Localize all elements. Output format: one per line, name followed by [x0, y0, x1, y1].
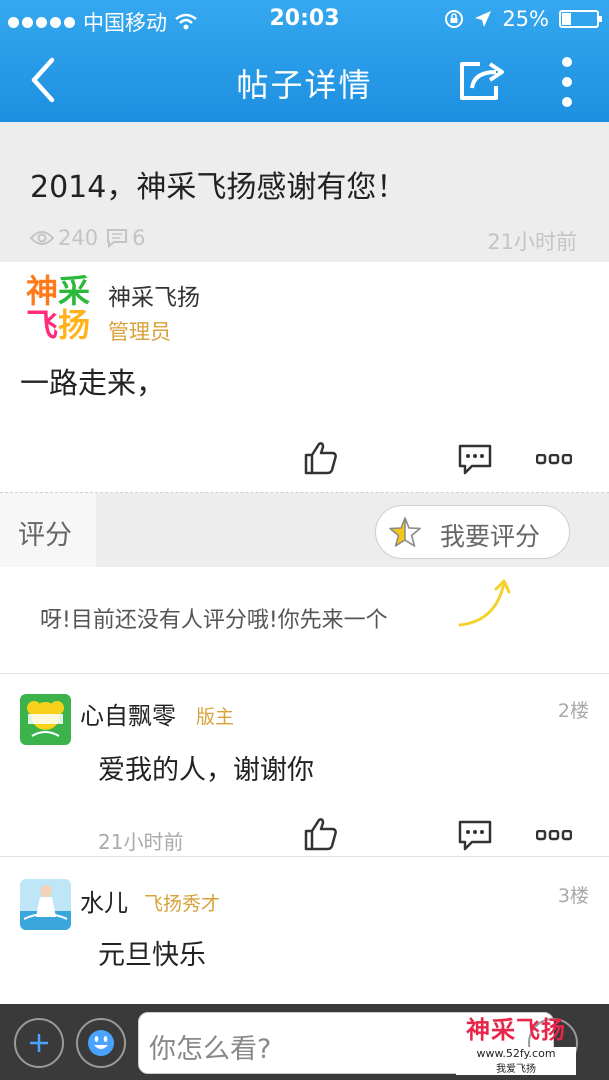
reply-time: 21小时前 — [98, 830, 184, 854]
watermark: 神采飞扬 www.52fy.com 我爱飞扬 — [456, 1010, 576, 1075]
battery-icon — [559, 10, 602, 28]
original-post: 神采 飞扬 神采飞扬 管理员 一路走来， — [0, 262, 609, 492]
like-icon[interactable] — [303, 816, 339, 852]
avatar[interactable] — [20, 879, 71, 930]
author-name[interactable]: 神采飞扬 — [108, 278, 200, 312]
post-time: 21小时前 — [487, 230, 577, 254]
eye-icon — [30, 231, 54, 245]
reply-author-name[interactable]: 水儿 — [80, 883, 128, 918]
logo-char: 飞 — [26, 306, 59, 344]
rate-button[interactable]: 我要评分 — [375, 505, 570, 559]
author-avatar[interactable]: 神采 飞扬 — [26, 274, 102, 344]
top-bar: 中国移动 20:03 25% 帖子详情 — [0, 0, 609, 122]
more-horizontal-icon[interactable] — [536, 830, 572, 842]
avatar[interactable] — [20, 694, 71, 745]
add-attachment-button[interactable] — [14, 1018, 64, 1068]
rate-button-label: 我要评分 — [440, 522, 541, 551]
battery-percent: 25% — [502, 7, 549, 31]
rating-label: 评分 — [18, 520, 72, 551]
arrow-up-icon — [458, 579, 511, 627]
post-meta: 240 6 — [30, 226, 145, 250]
watermark-logo: 神采飞扬 — [466, 1016, 566, 1044]
more-horizontal-icon[interactable] — [536, 454, 572, 466]
rating-empty-state: 呀!目前还没有人评分哦!你先来一个 — [0, 567, 609, 673]
post-title: 2014，神采飞扬感谢有您！ — [30, 170, 407, 205]
watermark-url: www.52fy.com — [456, 1047, 576, 1060]
reply-item: 水儿 飞扬秀才 3楼 元旦快乐 — [0, 857, 609, 1004]
rotation-lock-icon — [445, 10, 464, 28]
logo-char: 采 — [58, 272, 91, 310]
more-vertical-icon[interactable] — [552, 54, 582, 110]
floor-number: 2楼 — [557, 700, 589, 722]
comment-count-icon — [107, 229, 128, 248]
comment-count: 6 — [132, 226, 146, 250]
reply-text: 爱我的人，谢谢你 — [98, 755, 314, 786]
emoji-button[interactable] — [76, 1018, 126, 1068]
status-right: 25% — [444, 7, 602, 31]
nav-bar: 帖子详情 — [0, 40, 609, 122]
comment-placeholder: 你怎么看? — [149, 1034, 272, 1065]
reply-item: 心自飘零 版主 2楼 爱我的人，谢谢你 21小时前 — [0, 674, 609, 856]
view-count: 240 — [58, 226, 99, 250]
reply-role-badge: 版主 — [196, 706, 235, 728]
like-icon[interactable] — [303, 440, 339, 476]
location-icon — [475, 11, 492, 27]
reply-role-badge: 飞扬秀才 — [144, 893, 221, 915]
reply-icon[interactable] — [458, 444, 492, 476]
reply-author-name[interactable]: 心自飘零 — [80, 696, 176, 731]
page-title: 帖子详情 — [236, 66, 373, 104]
share-icon[interactable] — [456, 56, 510, 104]
floor-number: 3楼 — [557, 885, 589, 907]
rating-label-box: 评分 — [0, 493, 96, 567]
logo-char: 扬 — [58, 306, 91, 344]
author-role-badge: 管理员 — [108, 320, 171, 344]
rating-bar: 评分 我要评分 — [0, 493, 609, 567]
reply-text: 元旦快乐 — [98, 940, 206, 971]
post-header: 2014，神采飞扬感谢有您！ 240 6 21小时前 — [0, 122, 609, 262]
rating-empty-text: 呀!目前还没有人评分哦!你先来一个 — [40, 608, 388, 633]
reply-icon[interactable] — [458, 820, 492, 852]
smile-icon — [88, 1030, 114, 1056]
status-bar: 中国移动 20:03 25% — [0, 0, 609, 40]
plus-icon — [30, 1034, 48, 1052]
logo-char: 神 — [26, 272, 59, 310]
star-icon — [389, 517, 421, 547]
watermark-subtitle: 我爱飞扬 — [456, 1060, 576, 1075]
post-body: 一路走来， — [20, 366, 166, 400]
